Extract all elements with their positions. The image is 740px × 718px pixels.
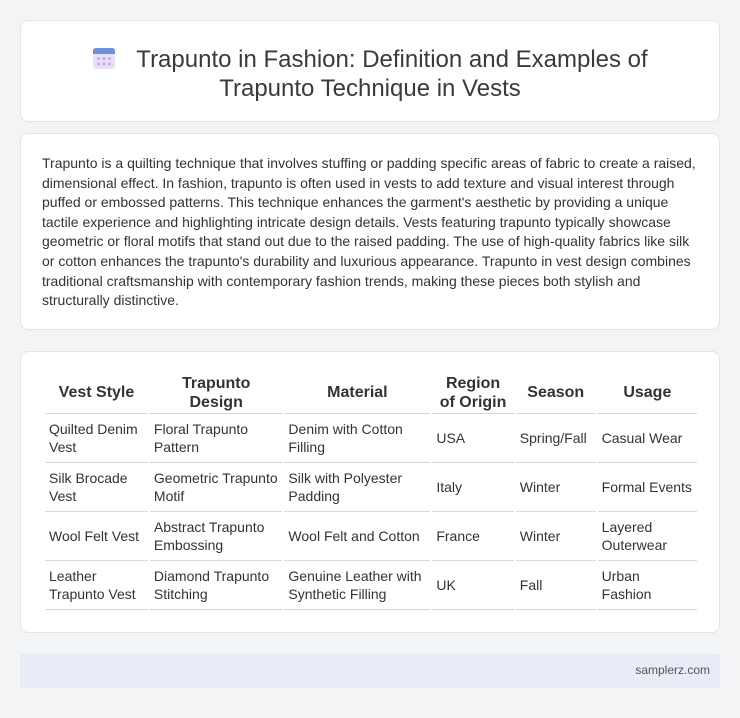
table-cell: France <box>432 512 514 561</box>
table-cell: Genuine Leather with Synthetic Filling <box>284 561 431 610</box>
intro-card: Trapunto is a quilting technique that in… <box>20 133 720 330</box>
table-row: Silk Brocade Vest Geometric Trapunto Mot… <box>45 463 697 512</box>
table-cell: Formal Events <box>597 463 697 512</box>
table-card: Vest Style Trapunto Design Material Regi… <box>20 351 720 633</box>
table-cell: Urban Fashion <box>597 561 697 610</box>
table-cell: UK <box>432 561 514 610</box>
table-row: Quilted Denim Vest Floral Trapunto Patte… <box>45 414 697 463</box>
table-cell: Wool Felt and Cotton <box>284 512 431 561</box>
table-cell: Leather Trapunto Vest <box>45 561 148 610</box>
table-cell: Layered Outerwear <box>597 512 697 561</box>
table-cell: Geometric Trapunto Motif <box>149 463 283 512</box>
table-cell: Winter <box>515 512 596 561</box>
table-row: Leather Trapunto Vest Diamond Trapunto S… <box>45 561 697 610</box>
table-cell: Quilted Denim Vest <box>45 414 148 463</box>
footer-site-link[interactable]: samplerz.com <box>635 663 710 677</box>
column-header: Material <box>284 372 431 414</box>
column-header: Trapunto Design <box>149 372 283 414</box>
table-cell: Casual Wear <box>597 414 697 463</box>
column-header: Usage <box>597 372 697 414</box>
calendar-icon <box>93 48 116 69</box>
table-header-row: Vest Style Trapunto Design Material Regi… <box>45 372 697 414</box>
intro-paragraph: Trapunto is a quilting technique that in… <box>42 155 696 309</box>
table-cell: Silk Brocade Vest <box>45 463 148 512</box>
table-row: Wool Felt Vest Abstract Trapunto Embossi… <box>45 512 697 561</box>
table-cell: Floral Trapunto Pattern <box>149 414 283 463</box>
table-cell: Winter <box>515 463 596 512</box>
table-cell: Denim with Cotton Filling <box>284 414 431 463</box>
vest-table: Vest Style Trapunto Design Material Regi… <box>43 372 699 610</box>
table-cell: Diamond Trapunto Stitching <box>149 561 283 610</box>
table-cell: Silk with Polyester Padding <box>284 463 431 512</box>
table-cell: Fall <box>515 561 596 610</box>
page-title: Trapunto in Fashion: Definition and Exam… <box>21 45 719 103</box>
table-cell: USA <box>432 414 514 463</box>
table-cell: Spring/Fall <box>515 414 596 463</box>
column-header: Season <box>515 372 596 414</box>
footer: samplerz.com <box>20 654 720 688</box>
table-cell: Italy <box>432 463 514 512</box>
title-card: Trapunto in Fashion: Definition and Exam… <box>20 20 720 122</box>
title-line-1: Trapunto in Fashion: Definition and Exam… <box>136 46 648 73</box>
column-header: Vest Style <box>45 372 148 414</box>
table-cell: Abstract Trapunto Embossing <box>149 512 283 561</box>
column-header: Region of Origin <box>432 372 514 414</box>
table-cell: Wool Felt Vest <box>45 512 148 561</box>
title-line-2: Trapunto Technique in Vests <box>219 75 521 102</box>
